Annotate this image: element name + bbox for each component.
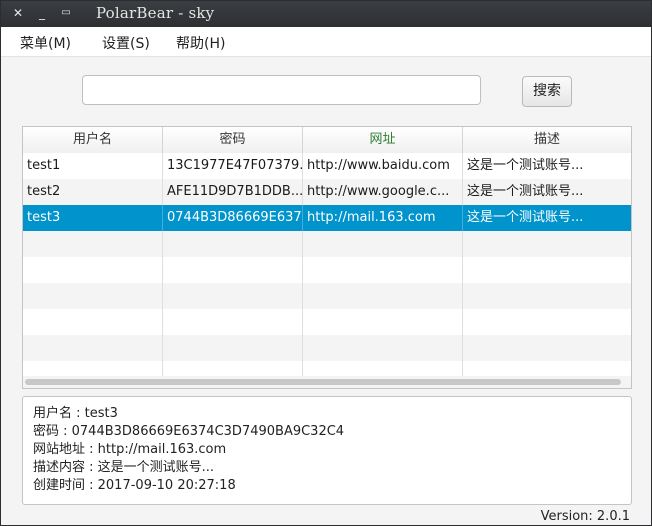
menu-help[interactable]: 帮助(H) [176, 33, 225, 53]
cell-username [23, 283, 163, 309]
accounts-table: 用户名 密码 网址 描述 test1 13C1977E47F07379... htt… [22, 126, 632, 389]
detail-line: 用户名 : test3 [33, 406, 118, 421]
cell-url [303, 309, 463, 335]
column-header-description[interactable]: 描述 [463, 127, 631, 153]
cell-password [163, 257, 303, 283]
cell-username: test2 [23, 179, 163, 205]
cell-url: http://www.google.c... [303, 179, 463, 205]
cell-description [463, 257, 631, 283]
cell-url: http://mail.163.com [303, 205, 463, 231]
close-icon[interactable]: ✕ [9, 4, 27, 22]
empty-table-row[interactable] [23, 335, 631, 361]
detail-line: 创建时间 : 2017-09-10 20:27:18 [33, 478, 236, 493]
empty-table-row[interactable] [23, 309, 631, 335]
search-button[interactable]: 搜索 [522, 76, 572, 107]
cell-username [23, 257, 163, 283]
horizontal-scrollbar[interactable] [23, 376, 631, 388]
cell-description [463, 335, 631, 361]
scrollbar-thumb[interactable] [25, 379, 621, 385]
menu-settings[interactable]: 设置(S) [102, 33, 150, 53]
table-header: 用户名 密码 网址 描述 [23, 127, 631, 154]
cell-url: http://www.baidu.com [303, 153, 463, 179]
version-label: Version: 2.0.1 [540, 509, 630, 524]
search-input[interactable] [82, 75, 481, 105]
detail-line: 描述内容 : 这是一个测试账号... [33, 460, 215, 475]
detail-line: 密码 : 0744B3D86669E6374C3D7490BA9C32C4 [33, 424, 345, 439]
menu-main[interactable]: 菜单(M) [20, 33, 71, 53]
column-header-username[interactable]: 用户名 [23, 127, 163, 153]
table-row[interactable]: test3 0744B3D86669E637... http://mail.163.… [23, 205, 631, 231]
cell-description [463, 231, 631, 257]
cell-username [23, 335, 163, 361]
column-header-password[interactable]: 密码 [163, 127, 303, 153]
cell-username [23, 231, 163, 257]
cell-url [303, 283, 463, 309]
table-row[interactable]: test2 AFE11D9D7B1DDB... http://www.google.… [23, 179, 631, 205]
cell-password [163, 283, 303, 309]
cell-password [163, 309, 303, 335]
cell-password: 0744B3D86669E637... [163, 205, 303, 231]
cell-url [303, 231, 463, 257]
menu-bar: 菜单(M) 设置(S) 帮助(H) [1, 27, 651, 57]
cell-username: test1 [23, 153, 163, 179]
cell-description: 这是一个测试账号... [467, 158, 584, 173]
detail-line: 网站地址 : http://mail.163.com [33, 442, 227, 457]
cell-description: 这是一个测试账号... [467, 184, 584, 199]
minimize-icon[interactable]: _ [33, 4, 51, 22]
window-title: PolarBear - sky [96, 4, 215, 22]
cell-password [163, 335, 303, 361]
cell-password [163, 231, 303, 257]
maximize-icon[interactable]: ▭ [57, 4, 75, 22]
empty-table-row[interactable] [23, 231, 631, 257]
title-bar[interactable]: ✕ _ ▭ PolarBear - sky [1, 1, 651, 27]
cell-description [463, 309, 631, 335]
cell-username [23, 309, 163, 335]
cell-description: 这是一个测试账号... [467, 210, 584, 225]
app-window: ✕ _ ▭ PolarBear - sky 菜单(M) 设置(S) 帮助(H) … [0, 0, 652, 526]
column-header-url[interactable]: 网址 [303, 127, 463, 153]
cell-url [303, 335, 463, 361]
cell-description [463, 283, 631, 309]
cell-url [303, 257, 463, 283]
detail-panel: 用户名 : test3 密码 : 0744B3D86669E6374C3D7490… [22, 396, 632, 505]
empty-table-row[interactable] [23, 257, 631, 283]
cell-password: 13C1977E47F07379... [163, 153, 303, 179]
table-row[interactable]: test1 13C1977E47F07379... http://www.baidu… [23, 153, 631, 179]
empty-table-row[interactable] [23, 283, 631, 309]
cell-username: test3 [23, 205, 163, 231]
cell-password: AFE11D9D7B1DDB... [163, 179, 303, 205]
